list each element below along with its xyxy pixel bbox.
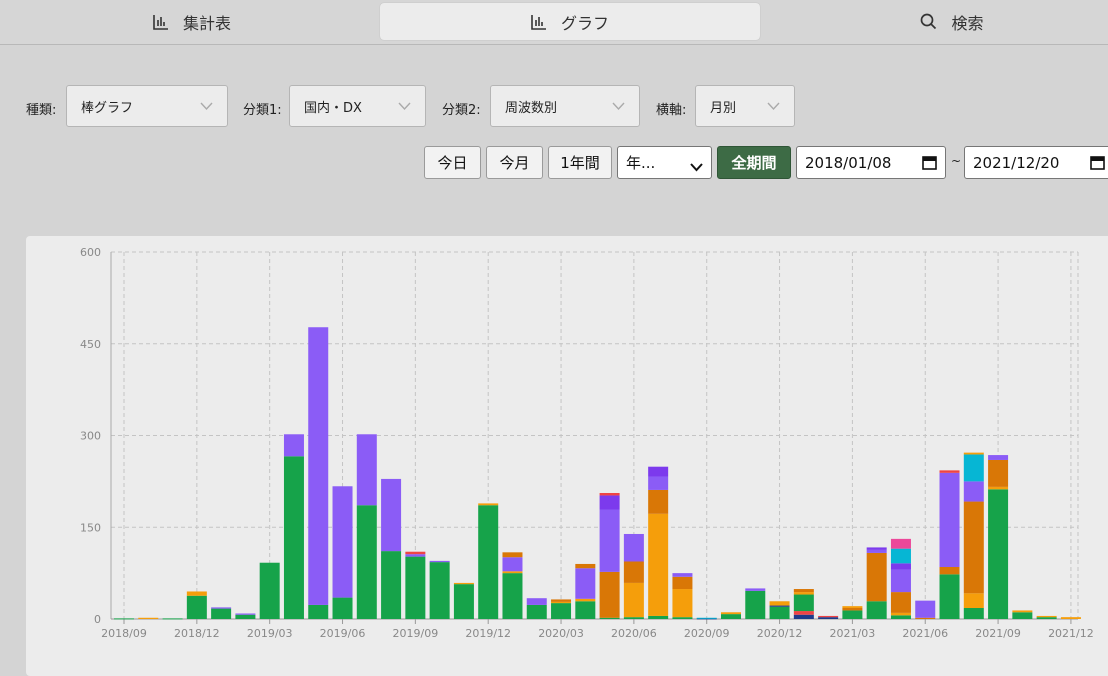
end-date-value: 2021/12/20	[973, 153, 1060, 172]
end-date-input[interactable]: 2021/12/20	[964, 146, 1108, 179]
chevron-down-icon	[612, 100, 625, 115]
tab-label: 集計表	[182, 13, 231, 33]
category2-value: 周波数別	[505, 100, 558, 116]
tab-search[interactable]: 検索	[912, 3, 992, 40]
xaxis-value: 月別	[710, 100, 737, 116]
tab-summary-table[interactable]: 集計表	[142, 3, 242, 40]
xaxis-label: 横軸:	[656, 103, 687, 118]
start-date-input[interactable]: 2018/01/08	[796, 146, 946, 179]
all-period-button[interactable]: 全期間	[717, 146, 791, 179]
this-month-button[interactable]: 今月	[486, 146, 543, 179]
year-select[interactable]: 年...	[617, 146, 712, 179]
year-select-value: 年...	[626, 154, 656, 172]
category2-label: 分類2:	[442, 103, 481, 118]
kind-label: 種類:	[26, 103, 57, 118]
date-range-separator: ~	[951, 154, 962, 168]
category1-label: 分類1:	[243, 103, 282, 118]
today-button[interactable]: 今日	[424, 146, 481, 179]
bar-chart-icon	[153, 14, 169, 30]
calendar-icon[interactable]	[1090, 155, 1105, 174]
calendar-icon[interactable]	[922, 155, 937, 174]
chevron-down-icon	[690, 158, 703, 176]
category2-select[interactable]: 周波数別	[490, 85, 640, 127]
chevron-down-icon	[767, 100, 780, 115]
one-year-button[interactable]: 1年間	[548, 146, 612, 179]
xaxis-select[interactable]: 月別	[695, 85, 795, 127]
category1-value: 国内・DX	[304, 100, 362, 116]
chevron-down-icon	[398, 100, 411, 115]
bar-chart-icon	[531, 14, 547, 30]
tab-graph[interactable]: グラフ	[380, 3, 760, 40]
start-date-value: 2018/01/08	[805, 153, 892, 172]
tab-label: グラフ	[560, 13, 609, 33]
search-icon	[920, 13, 937, 30]
kind-value: 棒グラフ	[81, 100, 134, 116]
category1-select[interactable]: 国内・DX	[289, 85, 426, 127]
chevron-down-icon	[200, 100, 213, 115]
chart-panel	[26, 236, 1108, 676]
kind-select[interactable]: 棒グラフ	[66, 85, 228, 127]
tab-label: 検索	[951, 13, 984, 33]
view-tab-bar: 集計表 グラフ 検索	[0, 0, 1108, 45]
